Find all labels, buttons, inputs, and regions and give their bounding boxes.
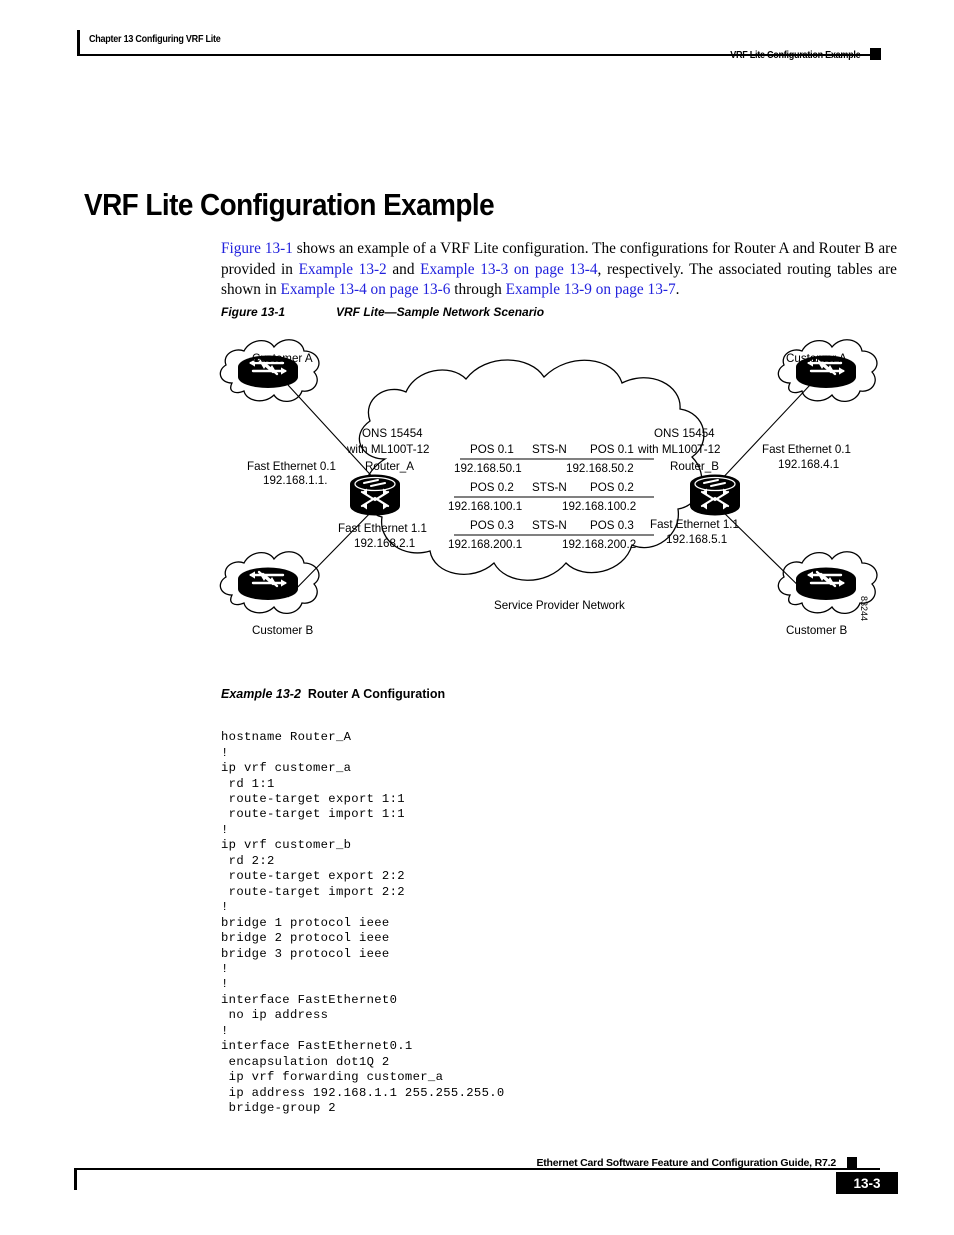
figure-caption-number: Figure 13-1: [221, 305, 286, 319]
label-ons-right-2: with ML100T-12: [637, 443, 721, 456]
link1-left-port: POS 0.1: [470, 443, 514, 456]
router-a-config-code: hostname Router_A ! ip vrf customer_a rd…: [221, 730, 505, 1116]
link2-left-port: POS 0.2: [470, 481, 514, 494]
network-diagram: Customer A Customer B ONS 15454 with ML1…: [210, 335, 910, 645]
label-customer-a-left: Customer A: [252, 352, 313, 365]
link-example-13-9[interactable]: Example 13-9 on page 13-7: [506, 281, 676, 298]
customer-b-left-cloud: [219, 551, 320, 614]
link3-left-ip: 192.168.200.1: [448, 538, 522, 551]
document-page: Chapter 13 Configuring VRF Lite VRF Lite…: [0, 0, 954, 1235]
header-square-marker: [870, 48, 881, 60]
label-router-a-name: Router_A: [365, 460, 414, 473]
label-fe11-left-1: Fast Ethernet 1.1: [338, 522, 427, 535]
link-example-13-4[interactable]: Example 13-4 on page 13-6: [281, 281, 451, 298]
figure-caption: Figure 13-1 VRF Lite—Sample Network Scena…: [221, 305, 544, 319]
link1-right-port: POS 0.1: [590, 443, 634, 456]
label-fe11-right-2: 192.168.5.1: [666, 533, 727, 546]
link2-right-port: POS 0.2: [590, 481, 634, 494]
label-fe11-left-2: 192.168.2.1: [354, 537, 415, 550]
example-caption-title: Router A Configuration: [307, 687, 446, 701]
header-left-tick: [77, 30, 80, 54]
router-a-icon: [348, 473, 402, 517]
link3-right-port: POS 0.3: [590, 519, 634, 532]
link2-right-ip: 192.168.100.2: [562, 500, 636, 513]
figure-caption-title: VRF Lite—Sample Network Scenario: [336, 305, 545, 319]
page-header: Chapter 13 Configuring VRF Lite VRF Lite…: [0, 0, 954, 80]
router-b-icon: [688, 473, 742, 517]
label-customer-b-left: Customer B: [252, 624, 313, 637]
label-ons-right-1: ONS 15454: [654, 427, 715, 440]
label-fe01-left-2: 192.168.1.1.: [263, 474, 327, 487]
intro-text-5: .: [675, 281, 680, 299]
intro-text-2: and: [386, 260, 421, 278]
link1-sts: STS-N: [532, 443, 567, 456]
customer-a-left-cloud: [219, 339, 320, 402]
footer-square-marker: [847, 1157, 857, 1168]
footer-guide-title: Ethernet Card Software Feature and Confi…: [536, 1157, 836, 1169]
label-ons-left-1: ONS 15454: [362, 427, 423, 440]
header-chapter-label: Chapter 13 Configuring VRF Lite: [89, 33, 221, 45]
label-ons-left-2: with ML100T-12: [346, 443, 430, 456]
link1-right-ip: 192.168.50.2: [566, 462, 634, 475]
label-fe01-right-2: 192.168.4.1: [778, 458, 839, 471]
link1-left-ip: 192.168.50.1: [454, 462, 522, 475]
link-example-13-3[interactable]: Example 13-3 on page 13-4: [420, 261, 597, 278]
footer-page-number: 13-3: [836, 1172, 898, 1194]
link3-left-port: POS 0.3: [470, 519, 514, 532]
example-caption-number: Example 13-2: [221, 687, 301, 701]
figure-id-number: 83244: [859, 596, 869, 622]
link3-right-ip: 192.168.200.2: [562, 538, 636, 551]
label-fe11-right-1: Fast Ethernet 1.1: [650, 518, 739, 531]
link-example-13-2[interactable]: Example 13-2: [299, 261, 387, 278]
page-title: VRF Lite Configuration Example: [84, 186, 495, 222]
link3-sts: STS-N: [532, 519, 567, 532]
label-fe01-left-1: Fast Ethernet 0.1: [247, 460, 336, 473]
link2-sts: STS-N: [532, 481, 567, 494]
header-section-label: VRF Lite Configuration Example: [729, 49, 860, 61]
footer-left-tick: [74, 1168, 77, 1190]
label-customer-a-right: Customer A: [786, 352, 847, 365]
label-fe01-right-1: Fast Ethernet 0.1: [762, 443, 851, 456]
link2-left-ip: 192.168.100.1: [448, 500, 522, 513]
example-caption: Example 13-2 Router A Configuration: [221, 687, 445, 701]
label-customer-b-right: Customer B: [786, 624, 847, 637]
link-figure-13-1[interactable]: Figure 13-1: [221, 240, 293, 257]
customer-a-right-cloud: [777, 339, 878, 402]
label-router-b-name: Router_B: [670, 460, 719, 473]
label-service-provider-network: Service Provider Network: [494, 599, 625, 612]
intro-paragraph: Figure 13-1 shows an example of a VRF Li…: [221, 239, 897, 301]
intro-text-4: through: [450, 281, 506, 299]
